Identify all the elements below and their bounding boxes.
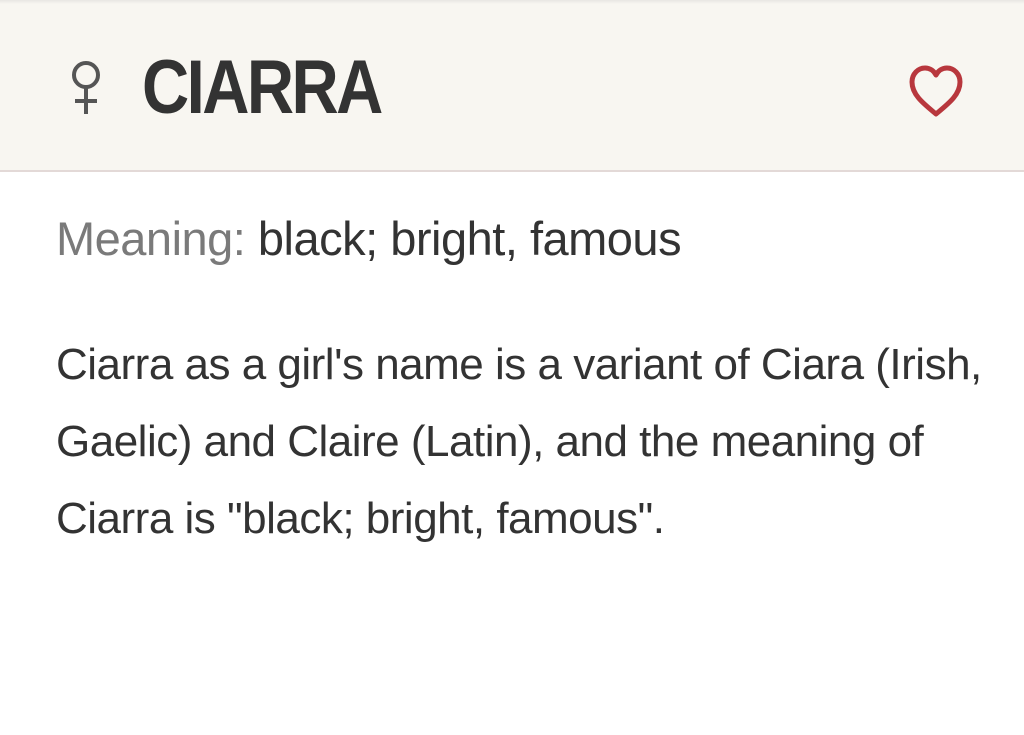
name-header: CIARRA (0, 0, 1024, 172)
meaning-value: black; bright, famous (245, 212, 682, 265)
meaning-label: Meaning: (56, 212, 246, 265)
name-detail-page: CIARRA Meaning: black; bright, famous Ci… (0, 0, 1024, 735)
heart-outline-icon[interactable] (904, 62, 968, 122)
meaning-line: Meaning: black; bright, famous (56, 208, 682, 270)
favorite-button[interactable] (904, 62, 968, 122)
header-shadow-line (0, 0, 1024, 4)
female-symbol-icon (64, 58, 108, 118)
name-description: Ciarra as a girl's name is a variant of … (56, 340, 982, 543)
name-title: CIARRA (142, 45, 383, 130)
